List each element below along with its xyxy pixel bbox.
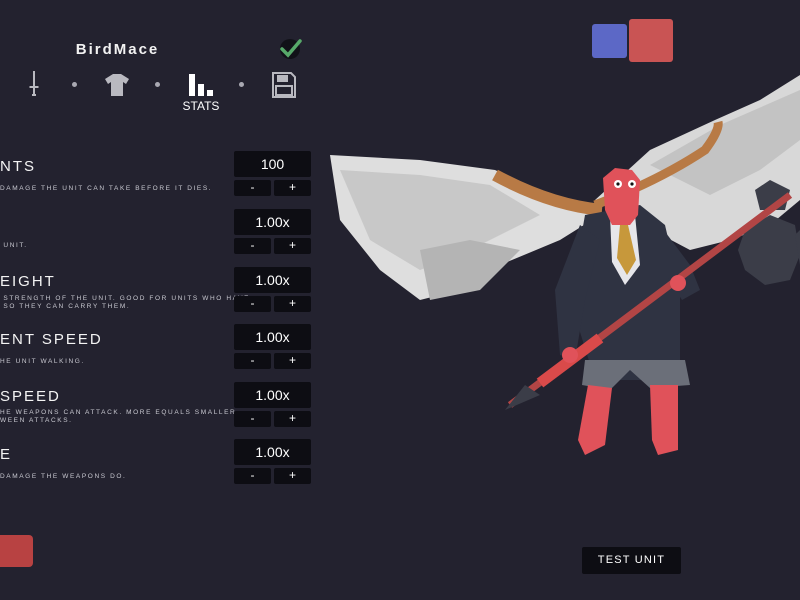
shirt-icon bbox=[105, 74, 129, 96]
stat-description: DAMAGE THE UNIT CAN TAKE BEFORE IT DIES. bbox=[0, 185, 213, 192]
decrease-button[interactable]: - bbox=[234, 296, 271, 312]
tab-separator bbox=[155, 82, 160, 87]
stat-value[interactable]: 1.00x bbox=[234, 382, 311, 408]
tab-weapons[interactable] bbox=[28, 70, 40, 98]
test-unit-button[interactable]: TEST UNIT bbox=[582, 547, 681, 574]
blue-team-swatch[interactable] bbox=[592, 24, 627, 58]
decrease-button[interactable]: - bbox=[234, 353, 271, 369]
stat-description: UNIT. bbox=[0, 242, 28, 249]
check-icon[interactable] bbox=[277, 38, 303, 60]
stat-value[interactable]: 1.00x bbox=[234, 267, 311, 293]
decrease-button[interactable]: - bbox=[234, 411, 271, 427]
increase-button[interactable]: + bbox=[274, 296, 311, 312]
stat-value[interactable]: 1.00x bbox=[234, 439, 311, 465]
stat-title: EIGHT bbox=[0, 273, 56, 290]
increase-button[interactable]: + bbox=[274, 238, 311, 254]
stat-description: HE WEAPONS CAN ATTACK. MORE EQUALS SMALL… bbox=[0, 409, 237, 424]
red-team-button[interactable] bbox=[0, 535, 33, 567]
decrease-button[interactable]: - bbox=[234, 468, 271, 484]
tab-clothing[interactable] bbox=[105, 74, 129, 96]
increase-button[interactable]: + bbox=[274, 180, 311, 196]
tab-stats[interactable] bbox=[189, 74, 213, 96]
stat-value[interactable]: 100 bbox=[234, 151, 311, 177]
stat-description: DAMAGE THE WEAPONS DO. bbox=[0, 473, 127, 480]
stat-title: NTS bbox=[0, 158, 36, 175]
sword-icon bbox=[29, 71, 39, 96]
increase-button[interactable]: + bbox=[274, 411, 311, 427]
decrease-button[interactable]: - bbox=[234, 180, 271, 196]
stat-value[interactable]: 1.00x bbox=[234, 324, 311, 350]
stat-title: ENT SPEED bbox=[0, 331, 103, 348]
stats-icon bbox=[189, 74, 213, 96]
stat-title: E bbox=[0, 446, 13, 463]
save-icon bbox=[272, 72, 296, 98]
tab-stats-label: STATS bbox=[182, 99, 220, 113]
stat-value[interactable]: 1.00x bbox=[234, 209, 311, 235]
tab-save[interactable] bbox=[272, 72, 296, 98]
unit-name-title: BirdMace bbox=[75, 41, 160, 58]
stat-title: SPEED bbox=[0, 388, 61, 405]
red-team-swatch[interactable] bbox=[629, 19, 673, 62]
increase-button[interactable]: + bbox=[274, 468, 311, 484]
tab-separator bbox=[239, 82, 244, 87]
increase-button[interactable]: + bbox=[274, 353, 311, 369]
tab-separator bbox=[72, 82, 77, 87]
decrease-button[interactable]: - bbox=[234, 238, 271, 254]
stat-description: HE UNIT WALKING. bbox=[0, 358, 85, 365]
stat-description: STRENGTH OF THE UNIT. GOOD FOR UNITS WHO… bbox=[3, 295, 248, 310]
unit-preview-image bbox=[330, 75, 800, 455]
